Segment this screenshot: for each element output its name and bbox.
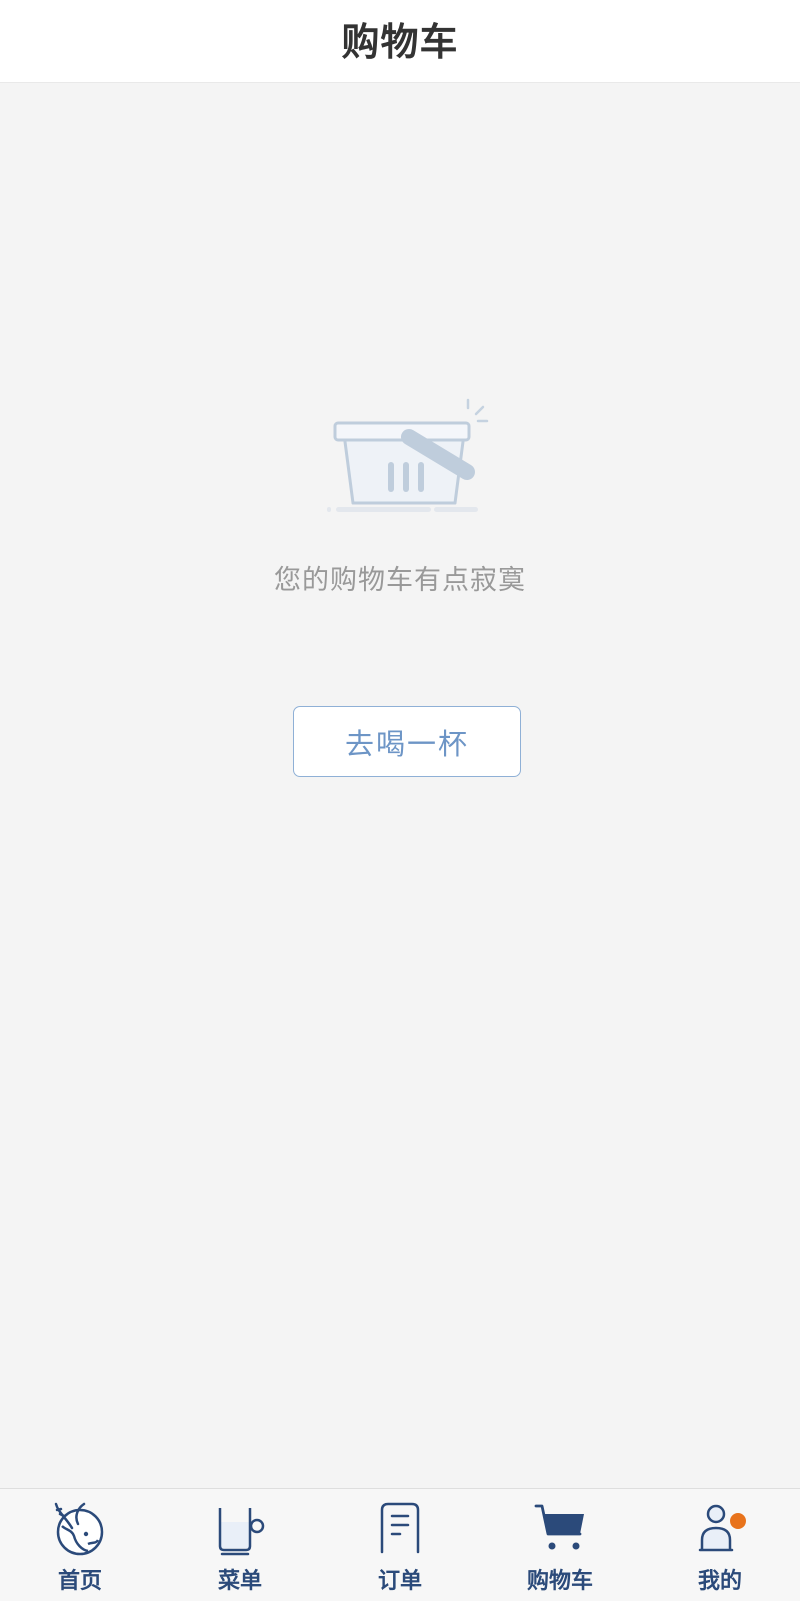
tab-home[interactable]: 首页 <box>0 1489 160 1601</box>
tab-label: 订单 <box>377 1569 422 1594</box>
page-title: 购物车 <box>341 19 459 64</box>
empty-cart-message: 您的购物车有点寂寞 <box>274 565 526 596</box>
shopping-basket-icon <box>322 392 492 517</box>
page-header: 购物车 <box>0 0 800 83</box>
cart-icon <box>532 1501 588 1555</box>
tab-profile[interactable]: 我的 <box>640 1489 800 1601</box>
deer-logo-icon <box>52 1501 108 1556</box>
notification-dot <box>730 1513 746 1529</box>
cup-icon <box>212 1501 268 1556</box>
receipt-icon <box>372 1501 428 1555</box>
tab-orders[interactable]: 订单 <box>320 1489 480 1601</box>
tab-label: 购物车 <box>526 1569 593 1594</box>
go-drink-button[interactable]: 去喝一杯 <box>293 706 521 777</box>
tab-label: 我的 <box>697 1569 742 1594</box>
tab-label: 首页 <box>57 1569 102 1594</box>
tab-menu[interactable]: 菜单 <box>160 1489 320 1601</box>
tab-label: 菜单 <box>217 1569 262 1594</box>
tab-cart[interactable]: 购物车 <box>480 1489 640 1601</box>
bottom-tab-bar: 首页 菜单 订单 购物车 我的 <box>0 1488 800 1601</box>
